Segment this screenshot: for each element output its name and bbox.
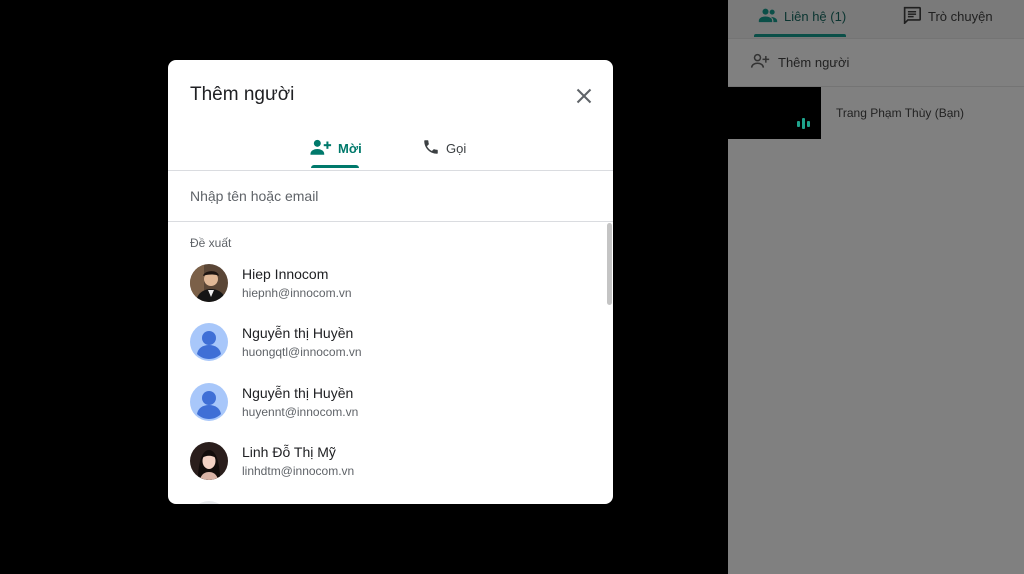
active-tab-indicator bbox=[311, 165, 359, 168]
contact-email: linhdtm@innocom.vn bbox=[242, 463, 355, 478]
add-person-label: Thêm người bbox=[778, 55, 850, 70]
side-panel-tabs: Liên hệ (1) Trò chuyện bbox=[728, 0, 1024, 39]
default-avatar-icon bbox=[190, 382, 228, 421]
tab-call[interactable]: Gọi bbox=[422, 136, 466, 160]
contact-email: huongqtl@innocom.vn bbox=[242, 345, 362, 360]
chat-icon bbox=[902, 6, 922, 27]
avatar bbox=[190, 441, 228, 480]
contact-name: Hiep Innocom bbox=[242, 266, 329, 282]
add-person-button[interactable]: Thêm người bbox=[728, 39, 1024, 87]
close-icon bbox=[576, 88, 592, 104]
contact-name: Linh Đỗ Thị Mỹ bbox=[242, 443, 336, 460]
suggestion-item[interactable]: Linh Đỗ Thị Mỹ linhdtm@innocom.vn bbox=[168, 436, 606, 495]
contact-name: Nguyễn thị Huyền bbox=[242, 325, 354, 342]
tab-contacts[interactable]: Liên hệ (1) bbox=[758, 6, 846, 26]
participant-row[interactable]: Trang Phạm Thùy (Bạn) bbox=[728, 87, 1024, 139]
tab-chat[interactable]: Trò chuyện bbox=[902, 6, 993, 26]
audio-level-icon bbox=[797, 118, 810, 129]
active-tab-indicator bbox=[754, 34, 846, 37]
avatar bbox=[190, 264, 228, 302]
phone-icon bbox=[422, 138, 440, 159]
dialog-tabs: Mời Gọi bbox=[168, 130, 613, 171]
suggestion-item[interactable]: Hiep Innocom hiepnh@innocom.vn bbox=[168, 258, 606, 317]
suggestions-heading: Đề xuất bbox=[190, 236, 232, 250]
tab-chat-label: Trò chuyện bbox=[928, 8, 993, 24]
tab-invite[interactable]: Mời bbox=[310, 136, 362, 160]
suggestion-item[interactable]: Nguyễn thị Huyền huongqtl@innocom.vn bbox=[168, 317, 606, 376]
suggestions-list: Hiep Innocom hiepnh@innocom.vn Nguyễn th… bbox=[168, 258, 606, 504]
contact-email: huyennt@innocom.vn bbox=[242, 404, 359, 419]
side-panel: Liên hệ (1) Trò chuyện Thêm người Trang … bbox=[728, 0, 1024, 574]
default-avatar-icon bbox=[190, 501, 228, 504]
close-button[interactable] bbox=[570, 82, 598, 110]
participant-name: Trang Phạm Thùy (Bạn) bbox=[836, 106, 965, 120]
tab-call-label: Gọi bbox=[446, 140, 467, 156]
suggestion-item[interactable]: Nguyễn thị Huyền huyennt@innocom.vn bbox=[168, 377, 606, 436]
default-avatar-icon bbox=[190, 323, 228, 362]
add-people-dialog: Thêm người Mời Gọi Đề xuất Hiep Innocom … bbox=[168, 60, 613, 504]
search-input[interactable] bbox=[168, 171, 613, 222]
contact-name: Nguyễn thị Huyền bbox=[242, 384, 354, 401]
person-add-icon bbox=[310, 139, 332, 158]
people-icon bbox=[758, 7, 778, 26]
contact-email: hiepnh@innocom.vn bbox=[242, 286, 352, 300]
tab-contacts-label: Liên hệ (1) bbox=[784, 8, 847, 24]
scrollbar[interactable] bbox=[606, 222, 613, 504]
dialog-title: Thêm người bbox=[190, 84, 295, 105]
person-add-icon bbox=[750, 53, 770, 72]
scrollbar-thumb[interactable] bbox=[607, 223, 612, 305]
participant-thumbnail bbox=[728, 87, 821, 139]
tab-invite-label: Mời bbox=[338, 140, 362, 156]
suggestion-item[interactable] bbox=[168, 495, 606, 504]
